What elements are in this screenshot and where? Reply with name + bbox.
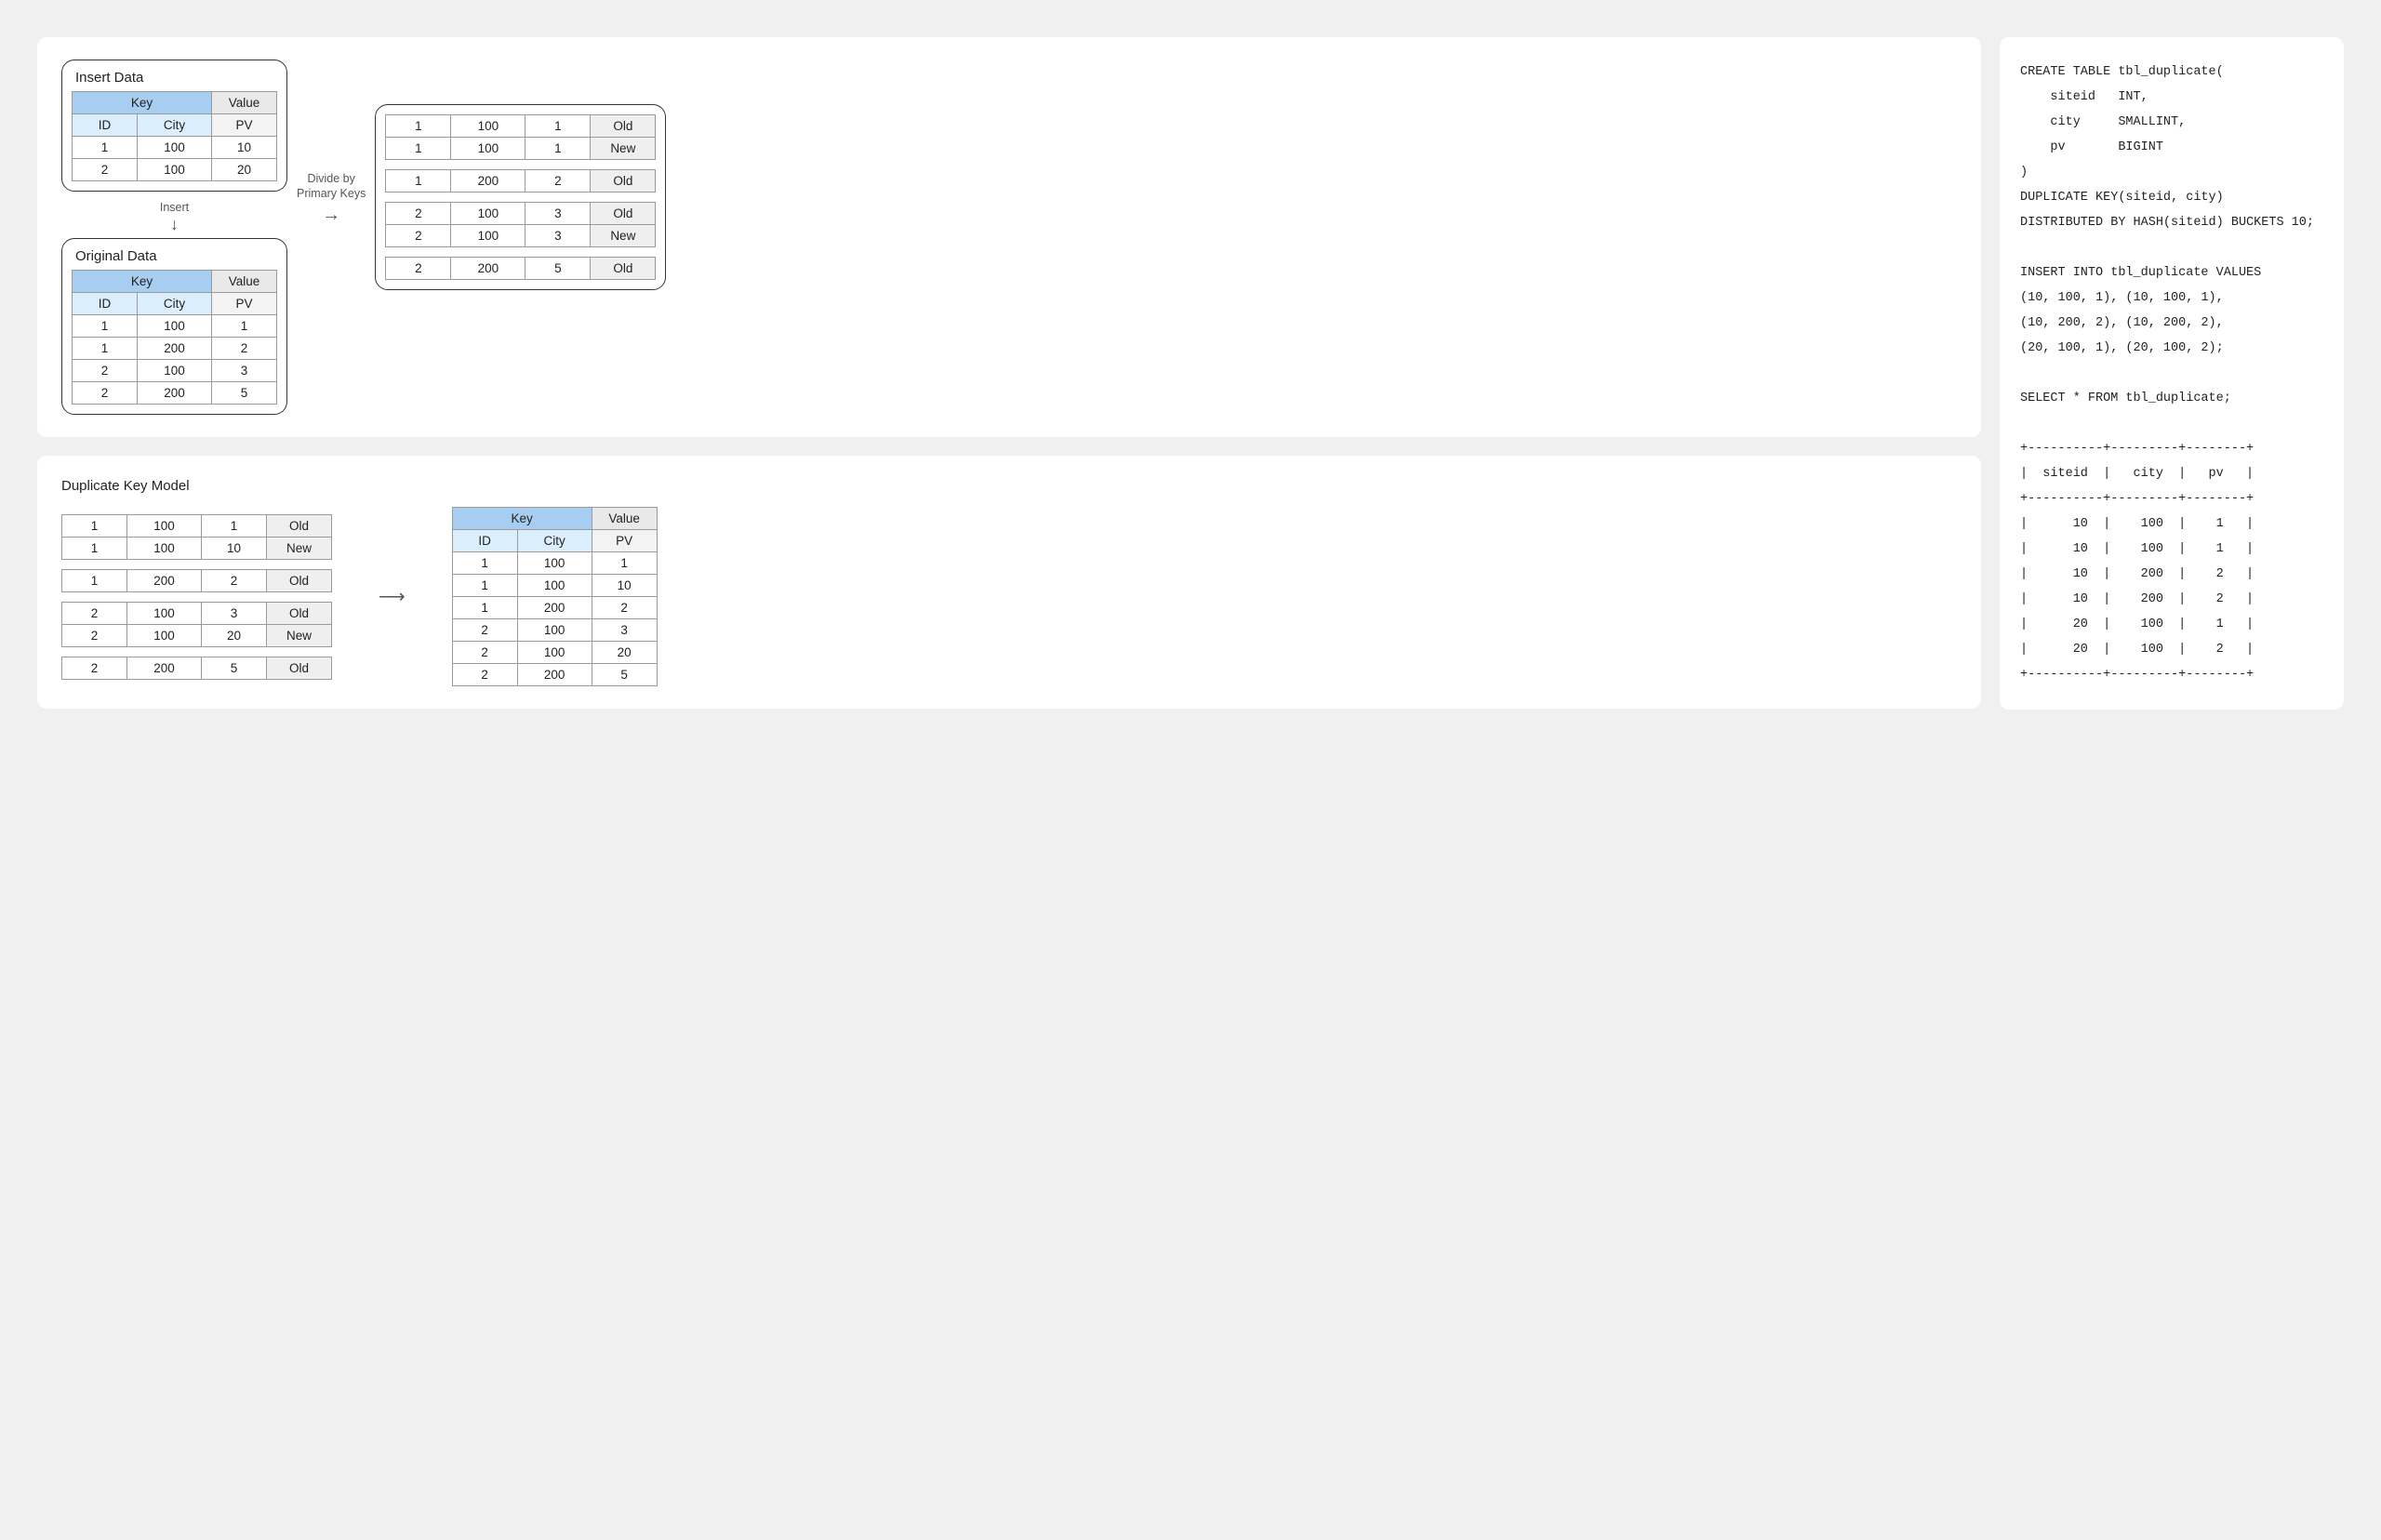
table-row: 110010 xyxy=(452,575,657,597)
table-row: 11001 xyxy=(73,315,277,338)
table-row: 21003 xyxy=(452,619,657,642)
code-line: pv BIGINT xyxy=(2020,140,2163,154)
table-row: 12002 xyxy=(73,338,277,360)
th-pv: PV xyxy=(212,293,277,315)
insert-data-table: Key Value ID City PV 110010 210020 xyxy=(72,91,277,181)
group-table: 22005Old xyxy=(385,257,656,280)
code-line: DISTRIBUTED BY HASH(siteid) BUCKETS 10; xyxy=(2020,216,2314,230)
th-id: ID xyxy=(452,530,517,552)
original-data-title: Original Data xyxy=(72,246,277,270)
group-table: 21003Old 21003New xyxy=(385,202,656,247)
th-value: Value xyxy=(212,271,277,293)
table-row: 11001New xyxy=(386,138,656,160)
insert-label: Insert xyxy=(160,201,189,214)
table-row: 210020New xyxy=(62,624,332,646)
arrow-right-icon: → xyxy=(322,206,340,224)
code-line: (10, 100, 1), (10, 100, 1), xyxy=(2020,291,2224,305)
insert-data-frame: Insert Data Key Value ID City PV xyxy=(61,60,287,192)
arrow-right-icon: ⟶ xyxy=(351,585,433,608)
table-row: 22005 xyxy=(452,664,657,686)
insert-data-title: Insert Data xyxy=(72,68,277,91)
th-id: ID xyxy=(73,114,138,137)
stage-table: 22005Old xyxy=(61,657,332,680)
stage-table: 21003Old 210020New xyxy=(61,602,332,647)
code-line: INSERT INTO tbl_duplicate VALUES xyxy=(2020,266,2261,280)
stages-column: 11001Old 110010New 12002Old 21003Old 210… xyxy=(61,514,332,680)
table-row: 12002Old xyxy=(62,569,332,591)
code-line: CREATE TABLE tbl_duplicate( xyxy=(2020,65,2224,79)
th-city: City xyxy=(138,114,212,137)
group-table: 11001Old 11001New xyxy=(385,114,656,160)
table-row: 12002 xyxy=(452,597,657,619)
table-row: 11001 xyxy=(452,552,657,575)
table-row: 21003Old xyxy=(386,203,656,225)
code-line: (10, 200, 2), (10, 200, 2), xyxy=(2020,316,2224,330)
diagram-canvas: Insert Data Key Value ID City PV xyxy=(37,37,2344,710)
divide-label: Divide by Primary Keys xyxy=(297,171,366,202)
code-line: | 20 | 100 | 1 | xyxy=(2020,617,2254,631)
th-city: City xyxy=(517,530,592,552)
result-frame: Key Value ID City PV 11001 110010 12002 … xyxy=(452,507,658,686)
code-line: | siteid | city | pv | xyxy=(2020,467,2254,481)
duplicate-key-title: Duplicate Key Model xyxy=(61,478,1957,494)
table-row: 22005 xyxy=(73,382,277,405)
code-line: city SMALLINT, xyxy=(2020,115,2186,129)
code-panel: CREATE TABLE tbl_duplicate( siteid INT, … xyxy=(2000,37,2344,710)
code-line: SELECT * FROM tbl_duplicate; xyxy=(2020,392,2231,405)
code-line: +----------+---------+--------+ xyxy=(2020,492,2254,506)
th-pv: PV xyxy=(212,114,277,137)
th-value: Value xyxy=(212,92,277,114)
table-row: 22005Old xyxy=(62,657,332,679)
code-line: | 20 | 100 | 2 | xyxy=(2020,643,2254,657)
table-row: 21003New xyxy=(386,225,656,247)
table-row: 11001Old xyxy=(62,514,332,537)
code-line: | 10 | 100 | 1 | xyxy=(2020,517,2254,531)
th-key: Key xyxy=(452,508,592,530)
th-key: Key xyxy=(73,92,212,114)
th-city: City xyxy=(138,293,212,315)
table-row: 110010New xyxy=(62,537,332,559)
left-column: Insert Data Key Value ID City PV xyxy=(37,37,1981,710)
group-table: 12002Old xyxy=(385,169,656,192)
table-row: 21003 xyxy=(73,360,277,382)
table-row: 22005Old xyxy=(386,258,656,280)
table-row: 11001Old xyxy=(386,115,656,138)
code-line: (20, 100, 1), (20, 100, 2); xyxy=(2020,341,2224,355)
code-line: siteid INT, xyxy=(2020,90,2148,104)
code-line: ) xyxy=(2020,166,2028,179)
th-key: Key xyxy=(73,271,212,293)
arrow-down-icon: ↓ xyxy=(170,216,179,232)
original-data-frame: Original Data Key Value ID City PV xyxy=(61,238,287,415)
code-line: | 10 | 200 | 2 | xyxy=(2020,567,2254,581)
table-row: 210020 xyxy=(452,642,657,664)
code-line: | 10 | 100 | 1 | xyxy=(2020,542,2254,556)
insert-arrow: Insert ↓ xyxy=(61,197,287,232)
table-row: 12002Old xyxy=(386,170,656,192)
table-row: 110010 xyxy=(73,137,277,159)
result-table: Key Value ID City PV 11001 110010 12002 … xyxy=(452,507,658,686)
bottom-panel: Duplicate Key Model 11001Old 110010New 1… xyxy=(37,456,1981,709)
code-line: DUPLICATE KEY(siteid, city) xyxy=(2020,191,2224,205)
original-data-table: Key Value ID City PV 11001 12002 21003 xyxy=(72,270,277,405)
th-pv: PV xyxy=(592,530,657,552)
th-id: ID xyxy=(73,293,138,315)
table-row: 210020 xyxy=(73,159,277,181)
top-panel: Insert Data Key Value ID City PV xyxy=(37,37,1981,437)
code-line: | 10 | 200 | 2 | xyxy=(2020,592,2254,606)
stage-table: 12002Old xyxy=(61,569,332,592)
stage-table: 11001Old 110010New xyxy=(61,514,332,560)
table-row: 21003Old xyxy=(62,602,332,624)
code-line: +----------+---------+--------+ xyxy=(2020,668,2254,682)
grouped-frame: 11001Old 11001New 12002Old 21003Old 2100… xyxy=(375,104,666,290)
divide-arrow: Divide by Primary Keys → xyxy=(297,60,366,224)
code-line: +----------+---------+--------+ xyxy=(2020,442,2254,456)
th-value: Value xyxy=(592,508,657,530)
